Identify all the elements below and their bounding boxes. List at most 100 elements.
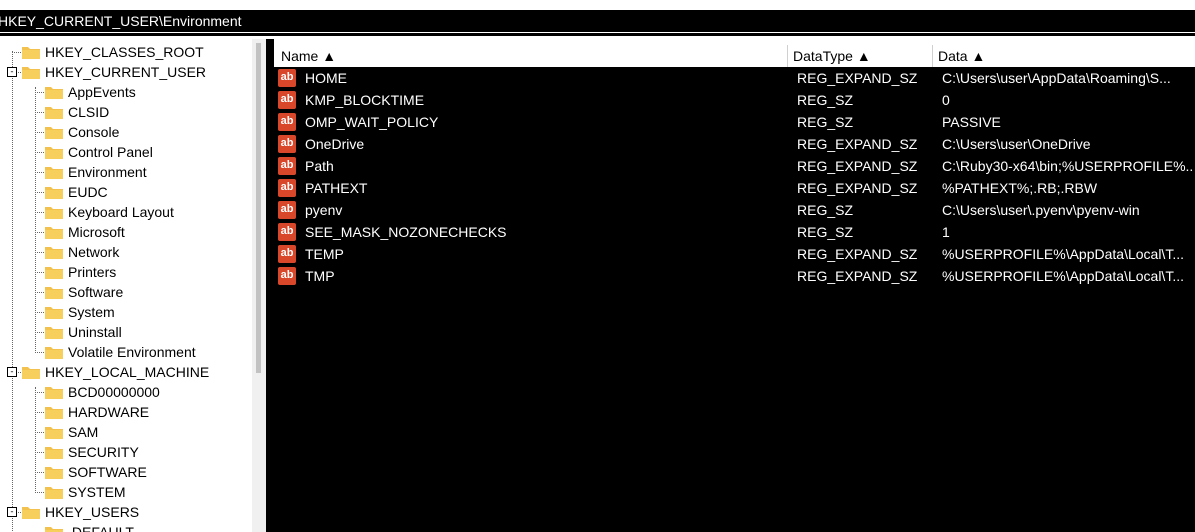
- tree-item-label: SAM: [68, 424, 99, 440]
- tree-item[interactable]: .DEFAULT: [45, 522, 134, 532]
- tree-item[interactable]: HKEY_LOCAL_MACHINE: [22, 362, 209, 382]
- tree-item[interactable]: SECURITY: [45, 442, 139, 462]
- folder-icon: [45, 206, 63, 219]
- value-type: REG_EXPAND_SZ: [797, 246, 918, 262]
- folder-icon: [45, 426, 63, 439]
- address-path[interactable]: HKEY_CURRENT_USER\Environment: [0, 12, 242, 30]
- tree-item-label: Printers: [68, 264, 117, 280]
- tree-item[interactable]: System: [45, 302, 115, 322]
- tree-connector: [35, 412, 44, 413]
- folder-icon: [45, 406, 63, 419]
- folder-icon: [45, 306, 63, 319]
- value-row[interactable]: ab TMP REG_EXPAND_SZ %USERPROFILE%\AppData\…: [274, 265, 1195, 287]
- tree-item[interactable]: Environment: [45, 162, 147, 182]
- tree-item[interactable]: Printers: [45, 262, 116, 282]
- tree-scrollbar-thumb[interactable]: [256, 43, 261, 373]
- values-list[interactable]: Name ▲ DataType ▲ Data ▲ ab HOME REG_EXPAN…: [274, 39, 1195, 532]
- tree-item-label: CLSID: [68, 104, 110, 120]
- tree-item[interactable]: AppEvents: [45, 82, 136, 102]
- string-value-icon: ab: [278, 267, 296, 285]
- tree-item-label: AppEvents: [68, 84, 136, 100]
- value-row[interactable]: ab SEE_MASK_NOZONECHECKS REG_SZ 1: [274, 221, 1195, 243]
- tree-item[interactable]: HARDWARE: [45, 402, 149, 422]
- tree-item[interactable]: Network: [45, 242, 119, 262]
- value-row[interactable]: ab TEMP REG_EXPAND_SZ %USERPROFILE%\AppData…: [274, 243, 1195, 265]
- value-data: %USERPROFILE%\AppData\Local\T...: [942, 268, 1184, 284]
- column-header-data[interactable]: Data ▲: [938, 46, 985, 67]
- tree-item-label: Keyboard Layout: [68, 204, 174, 220]
- address-bar[interactable]: HKEY_CURRENT_USER\Environment: [0, 10, 1195, 33]
- tree-item[interactable]: Microsoft: [45, 222, 125, 242]
- tree-item[interactable]: SYSTEM: [45, 482, 126, 502]
- column-header-datatype[interactable]: DataType ▲: [793, 46, 871, 67]
- tree-connector: [35, 112, 44, 113]
- value-data: C:\Users\user\.pyenv\pyenv-win: [942, 202, 1140, 218]
- string-value-icon: ab: [278, 113, 296, 131]
- registry-tree[interactable]: HKEY_CLASSES_ROOT HKEY_CURRENT_USER - AppEv…: [0, 39, 266, 532]
- tree-connector: [35, 332, 44, 333]
- tree-scrollbar[interactable]: [252, 39, 266, 532]
- tree-item-label: HKEY_LOCAL_MACHINE: [45, 364, 210, 380]
- tree-item-label: Environment: [68, 164, 147, 180]
- tree-item[interactable]: Control Panel: [45, 142, 153, 162]
- value-name: HOME: [305, 70, 347, 86]
- value-data: %USERPROFILE%\AppData\Local\T...: [942, 246, 1184, 262]
- tree-item[interactable]: EUDC: [45, 182, 108, 202]
- tree-item[interactable]: HKEY_CLASSES_ROOT: [22, 42, 204, 62]
- value-name: SEE_MASK_NOZONECHECKS: [305, 224, 507, 240]
- tree-connector: [35, 452, 44, 453]
- folder-icon: [45, 106, 63, 119]
- tree-item[interactable]: HKEY_USERS: [22, 502, 139, 522]
- value-row[interactable]: ab Path REG_EXPAND_SZ C:\Ruby30-x64\bin;%US…: [274, 155, 1195, 177]
- tree-item-label: HARDWARE: [68, 404, 150, 420]
- tree-item-label: Uninstall: [68, 324, 122, 340]
- column-header-name[interactable]: Name ▲: [281, 46, 336, 67]
- value-data: 1: [942, 224, 950, 240]
- tree-item[interactable]: Keyboard Layout: [45, 202, 174, 222]
- folder-icon: [45, 386, 63, 399]
- value-row[interactable]: ab KMP_BLOCKTIME REG_SZ 0: [274, 89, 1195, 111]
- tree-connector: [35, 272, 44, 273]
- tree-item[interactable]: Console: [45, 122, 119, 142]
- value-row[interactable]: ab pyenv REG_SZ C:\Users\user\.pyenv\pyenv-…: [274, 199, 1195, 221]
- tree-item-label: SYSTEM: [68, 484, 126, 500]
- tree-item[interactable]: CLSID: [45, 102, 109, 122]
- value-row[interactable]: ab PATHEXT REG_EXPAND_SZ %PATHEXT%;.RB;.RBW: [274, 177, 1195, 199]
- folder-icon: [45, 526, 63, 532]
- tree-item[interactable]: Uninstall: [45, 322, 122, 342]
- tree-connector: [35, 392, 44, 393]
- collapse-toggle[interactable]: -: [7, 67, 17, 77]
- value-row[interactable]: ab OneDrive REG_EXPAND_SZ C:\Users\user\One…: [274, 133, 1195, 155]
- tree-item[interactable]: SOFTWARE: [45, 462, 147, 482]
- string-value-icon: ab: [278, 69, 296, 87]
- string-value-icon: ab: [278, 179, 296, 197]
- value-row[interactable]: ab HOME REG_EXPAND_SZ C:\Users\user\AppData…: [274, 67, 1195, 89]
- value-type: REG_EXPAND_SZ: [797, 70, 918, 86]
- value-name: pyenv: [305, 202, 343, 218]
- tree-connector: [35, 212, 44, 213]
- column-divider[interactable]: [787, 45, 788, 67]
- tree-connector: [35, 132, 44, 133]
- tree-item-label: Console: [68, 124, 120, 140]
- tree-item-label: HKEY_USERS: [45, 504, 140, 520]
- folder-icon: [45, 166, 63, 179]
- tree-item[interactable]: HKEY_CURRENT_USER: [22, 62, 206, 82]
- tree-connector: [12, 51, 13, 531]
- tree-connector: [35, 472, 44, 473]
- folder-icon: [22, 46, 40, 59]
- value-row[interactable]: ab OMP_WAIT_POLICY REG_SZ PASSIVE: [274, 111, 1195, 133]
- collapse-toggle[interactable]: -: [7, 507, 17, 517]
- tree-connector: [35, 492, 44, 493]
- collapse-toggle[interactable]: -: [7, 367, 17, 377]
- tree-connector: [35, 432, 44, 433]
- tree-item-label: Microsoft: [68, 224, 125, 240]
- column-divider[interactable]: [932, 45, 933, 67]
- tree-item[interactable]: BCD00000000: [45, 382, 160, 402]
- tree-connector: [35, 312, 44, 313]
- tree-item[interactable]: Software: [45, 282, 123, 302]
- pane-splitter[interactable]: [266, 39, 274, 532]
- tree-connector: [35, 172, 44, 173]
- value-name: KMP_BLOCKTIME: [305, 92, 425, 108]
- tree-item[interactable]: Volatile Environment: [45, 342, 196, 362]
- tree-item[interactable]: SAM: [45, 422, 98, 442]
